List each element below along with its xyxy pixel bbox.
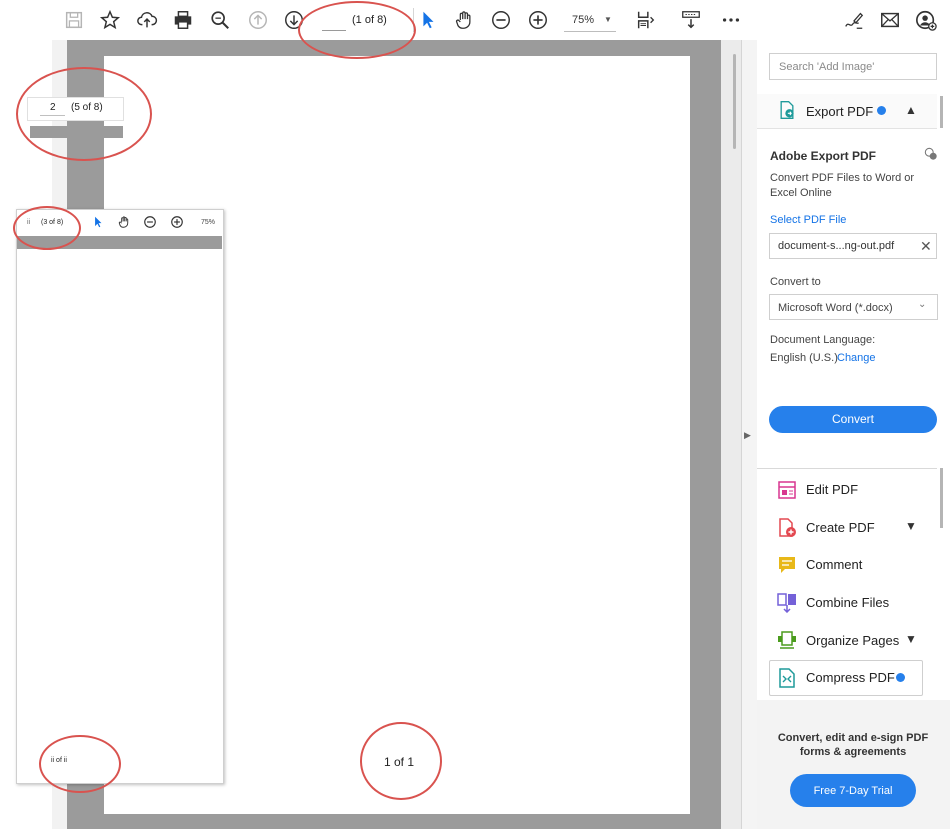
- export-pdf-label[interactable]: Export PDF: [806, 104, 873, 119]
- comment-icon: [777, 555, 797, 575]
- inset-zoom-out-icon[interactable]: [143, 215, 157, 229]
- tool-label: Compress PDF: [806, 670, 895, 685]
- tool-combine-files[interactable]: Combine Files: [757, 586, 937, 620]
- premium-badge-icon: [896, 673, 905, 682]
- inset-window: [16, 209, 224, 784]
- tool-label: Organize Pages: [806, 633, 900, 648]
- tool-edit-pdf[interactable]: Edit PDF: [757, 473, 937, 507]
- convert-to-label: Convert to: [770, 276, 821, 288]
- hand-icon[interactable]: [452, 8, 476, 32]
- zoom-in-icon[interactable]: [526, 8, 550, 32]
- edit-pdf-icon: [777, 480, 797, 500]
- email-icon[interactable]: [878, 8, 902, 32]
- inset-pointer-icon[interactable]: [91, 215, 105, 229]
- chevron-up-icon[interactable]: ▲: [905, 103, 917, 117]
- inset-zoom-in-icon[interactable]: [170, 215, 184, 229]
- premium-badge-icon: [877, 106, 886, 115]
- convert-button-label[interactable]: Convert: [769, 412, 937, 426]
- compress-pdf-icon: [777, 668, 797, 688]
- document-language-value: English (U.S.): [770, 352, 838, 364]
- scroll-mode-icon[interactable]: [679, 8, 703, 32]
- export-pdf-icon: [777, 100, 797, 122]
- zoom-level[interactable]: 75%: [572, 14, 594, 26]
- remove-file-icon[interactable]: ✕: [920, 238, 932, 255]
- chevron-down-icon[interactable]: ⌄: [918, 299, 926, 310]
- export-help-icon[interactable]: [924, 147, 938, 161]
- zoom-underline: [564, 31, 616, 32]
- more-icon[interactable]: [719, 8, 743, 32]
- tool-label: Create PDF: [806, 520, 875, 535]
- select-pdf-link[interactable]: Select PDF File: [770, 214, 846, 226]
- pane-scroll-thumb-top[interactable]: [940, 96, 943, 128]
- document-scroll-thumb[interactable]: [733, 54, 736, 149]
- annotation-ring-toolbar: [298, 1, 416, 59]
- print-icon[interactable]: [171, 8, 195, 32]
- document-language-label: Document Language:: [770, 334, 876, 346]
- search-placeholder: Search 'Add Image': [779, 61, 875, 73]
- annotation-ring-inset: [16, 67, 152, 161]
- create-pdf-icon: [777, 518, 797, 538]
- adobe-export-description: Convert PDF Files to Word or Excel Onlin…: [770, 172, 915, 199]
- tool-compress-pdf[interactable]: Compress PDF: [757, 661, 937, 695]
- zoom-dropdown-icon[interactable]: ▼: [604, 15, 612, 24]
- document-scrollbar[interactable]: [721, 40, 741, 829]
- annotation-ring-page-label: [360, 722, 442, 800]
- previous-page-icon[interactable]: [246, 8, 270, 32]
- page-display-icon[interactable]: [634, 8, 658, 32]
- change-language-link[interactable]: Change: [837, 352, 876, 364]
- inset-window-zoom[interactable]: 75%: [201, 219, 215, 226]
- collapse-pane-icon[interactable]: ▶: [744, 430, 751, 441]
- save-icon[interactable]: [62, 8, 86, 32]
- convert-format-value: Microsoft Word (*.docx): [778, 302, 893, 314]
- trial-footer-text: Convert, edit and e-sign PDF forms & agr…: [777, 732, 929, 758]
- free-trial-button-label[interactable]: Free 7-Day Trial: [790, 785, 916, 797]
- adobe-export-title: Adobe Export PDF: [770, 149, 877, 163]
- tool-comment[interactable]: Comment: [757, 548, 937, 582]
- tool-organize-pages[interactable]: Organize Pages ▼: [757, 624, 937, 658]
- pane-scroll-thumb-tools[interactable]: [940, 468, 943, 528]
- tool-create-pdf[interactable]: Create PDF ▼: [757, 511, 937, 545]
- tool-label: Comment: [806, 557, 863, 572]
- star-icon[interactable]: [98, 8, 122, 32]
- organize-pages-icon: [777, 631, 797, 651]
- inset-hand-icon[interactable]: [117, 215, 131, 229]
- chevron-down-icon[interactable]: ▼: [905, 632, 917, 646]
- sign-icon[interactable]: [842, 8, 866, 32]
- tool-label: Combine Files: [806, 595, 890, 610]
- trial-footer: [757, 700, 950, 829]
- tool-label: Edit PDF: [806, 482, 859, 497]
- annotation-ring-inset-window: [13, 206, 81, 250]
- combine-files-icon: [777, 593, 797, 614]
- chevron-down-icon[interactable]: ▼: [905, 519, 917, 533]
- account-icon[interactable]: [914, 8, 938, 32]
- upload-cloud-icon[interactable]: [135, 8, 159, 32]
- pointer-icon[interactable]: [416, 8, 440, 32]
- tools-divider: [757, 468, 937, 469]
- annotation-ring-inset-footer: [39, 735, 121, 793]
- zoom-search-icon[interactable]: [208, 8, 232, 32]
- zoom-out-icon[interactable]: [489, 8, 513, 32]
- selected-file-name: document-s...ng-out.pdf: [778, 240, 895, 252]
